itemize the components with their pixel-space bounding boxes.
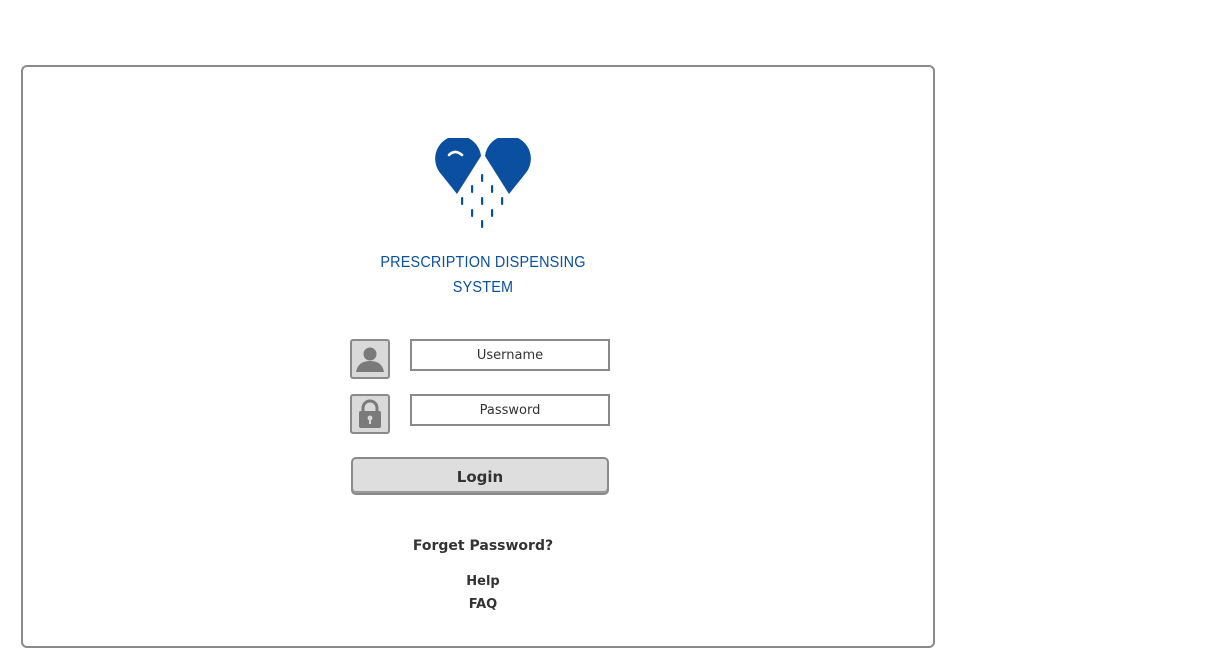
password-input[interactable] (410, 394, 610, 426)
faq-link[interactable]: FAQ (353, 597, 613, 612)
login-button[interactable]: Login (351, 457, 609, 495)
login-panel: PRESCRIPTION DISPENSING SYSTEM Login For… (21, 65, 935, 648)
user-icon (350, 339, 390, 379)
forgot-password-link[interactable]: Forget Password? (353, 538, 613, 554)
username-row (350, 339, 612, 379)
username-input[interactable] (410, 339, 610, 371)
app-title-line-1: PRESCRIPTION DISPENSING (380, 254, 586, 271)
lock-icon (350, 394, 390, 434)
help-link[interactable]: Help (353, 574, 613, 589)
app-title-line-2: SYSTEM (452, 279, 514, 296)
heart-pill-icon (435, 138, 531, 228)
app-title: PRESCRIPTION DISPENSING SYSTEM (362, 250, 604, 300)
password-row (350, 394, 612, 434)
